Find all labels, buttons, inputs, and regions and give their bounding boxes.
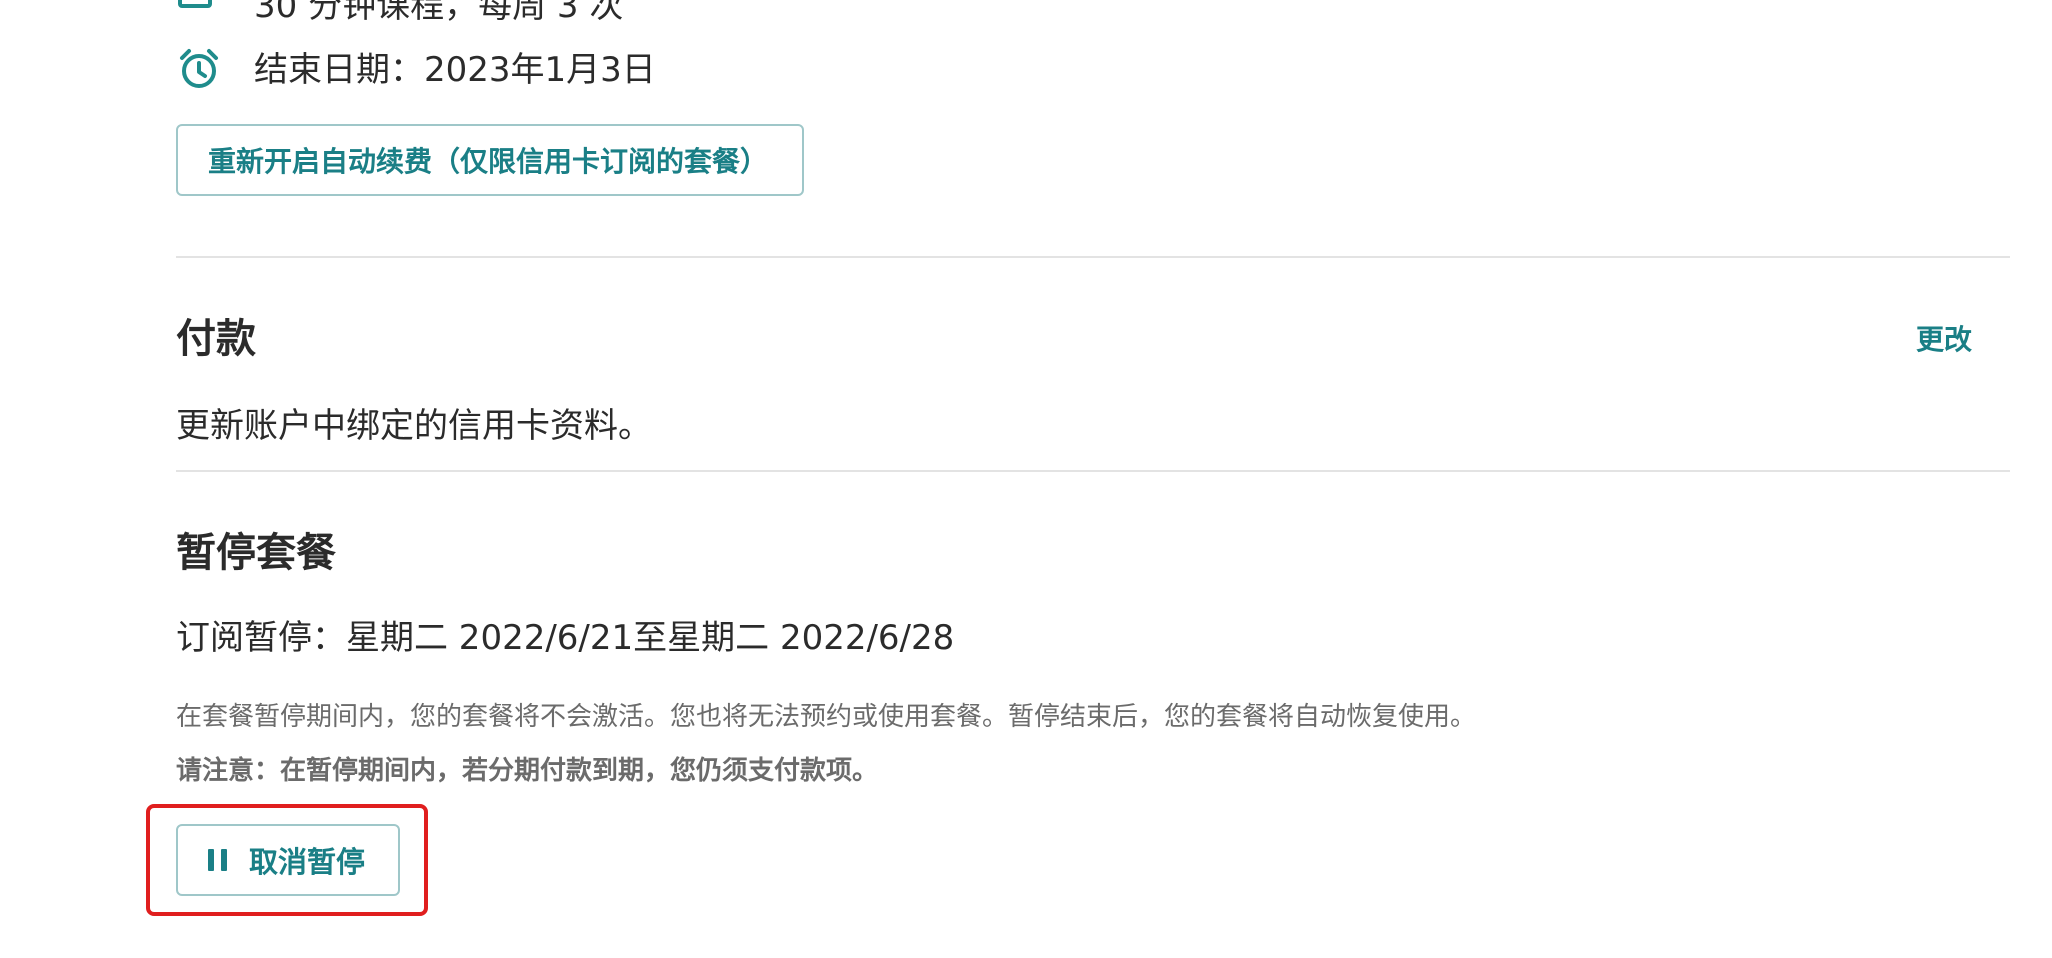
pause-period-text: 订阅暂停：星期二 2022/6/21至星期二 2022/6/28 bbox=[176, 618, 955, 658]
end-date-text: 结束日期：2023年1月3日 bbox=[254, 50, 656, 90]
unpause-button-label: 取消暂停 bbox=[249, 847, 366, 879]
payment-section-title: 付款 bbox=[176, 316, 256, 362]
payment-description: 更新账户中绑定的信用卡资料。 bbox=[176, 406, 652, 446]
schedule-text: 30 分钟课程，每周 3 次 bbox=[254, 0, 624, 26]
pause-description: 在套餐暂停期间内，您的套餐将不会激活。您也将无法预约或使用套餐。暂停结束后，您的… bbox=[176, 702, 1477, 732]
pause-note: 请注意：在暂停期间内，若分期付款到期，您仍须支付款项。 bbox=[176, 756, 879, 786]
alarm-clock-icon bbox=[180, 49, 218, 88]
pause-section-title: 暂停套餐 bbox=[176, 530, 336, 576]
reenable-auto-renewal-button[interactable]: 重新开启自动续费（仅限信用卡订阅的套餐） bbox=[176, 124, 804, 196]
divider bbox=[176, 256, 2010, 258]
pause-icon bbox=[208, 849, 227, 871]
calendar-icon bbox=[178, 0, 212, 8]
divider bbox=[176, 470, 2010, 472]
change-payment-link[interactable]: 更改 bbox=[1916, 318, 1972, 358]
unpause-button[interactable]: 取消暂停 bbox=[176, 824, 400, 896]
